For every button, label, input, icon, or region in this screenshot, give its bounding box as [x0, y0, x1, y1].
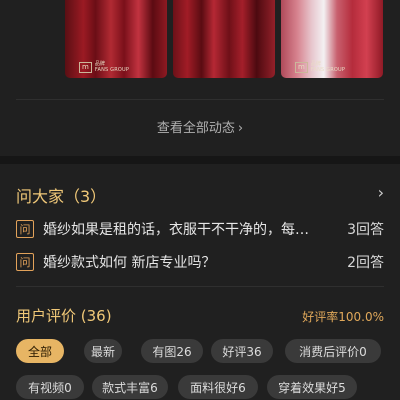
answer-count: 2回答	[347, 255, 384, 271]
divider	[16, 99, 384, 100]
chevron-right-icon: ›	[237, 121, 244, 136]
reviews-section-title: 用户评价 (36)	[16, 307, 112, 325]
view-all-dynamics-link[interactable]: 查看全部动态 ›	[0, 117, 400, 136]
positive-rate: 好评率100.0%	[302, 310, 384, 324]
view-all-label: 查看全部动态	[156, 121, 235, 136]
review-tag-with-video[interactable]: 有视频0	[16, 375, 84, 399]
question-text: 婚纱如果是租的话，衣服干不干净的，每…	[43, 222, 309, 238]
qa-section-title[interactable]: 问大家（3）	[16, 183, 106, 207]
review-tag-good-fit[interactable]: 穿着效果好5	[267, 375, 357, 399]
watermark: m 品牌 FANS GROUP	[79, 61, 129, 73]
gallery-photo-3[interactable]: m 品牌 FANS GROUP	[281, 0, 383, 78]
gallery-photo-1[interactable]: m 品牌 FANS GROUP	[65, 0, 167, 78]
photo-strip: m 品牌 FANS GROUP m 品牌 FANS GROUP	[0, 0, 400, 78]
chevron-right-icon[interactable]: ›	[378, 183, 384, 202]
review-tag-rich-styles[interactable]: 款式丰富6	[92, 375, 168, 399]
brand-logo: m	[295, 61, 308, 73]
review-tag-good-fabric[interactable]: 面料很好6	[178, 375, 258, 399]
gallery-photo-2[interactable]	[173, 0, 275, 78]
question-icon: 问	[16, 253, 34, 271]
question-item[interactable]: 问 婚纱款式如何 新店专业吗？ 2回答	[16, 252, 384, 272]
answer-count: 3回答	[347, 222, 384, 238]
question-icon: 问	[16, 220, 34, 238]
review-tag-after-purchase[interactable]: 消费后评价0	[285, 339, 381, 363]
question-item[interactable]: 问 婚纱如果是租的话，衣服干不干净的，每… 3回答	[16, 219, 384, 239]
section-gap	[0, 156, 400, 164]
brand-logo: m	[79, 61, 92, 73]
review-tag-with-photos[interactable]: 有图26	[141, 339, 203, 363]
watermark: m 品牌 FANS GROUP	[295, 61, 345, 73]
brand-name: FANS GROUP	[94, 67, 130, 73]
question-text: 婚纱款式如何 新店专业吗？	[43, 255, 216, 271]
divider	[16, 286, 384, 287]
brand-name: FANS GROUP	[310, 67, 346, 73]
review-tag-positive[interactable]: 好评36	[211, 339, 273, 363]
review-tag-latest[interactable]: 最新	[84, 339, 122, 363]
review-tag-all[interactable]: 全部	[16, 339, 64, 363]
